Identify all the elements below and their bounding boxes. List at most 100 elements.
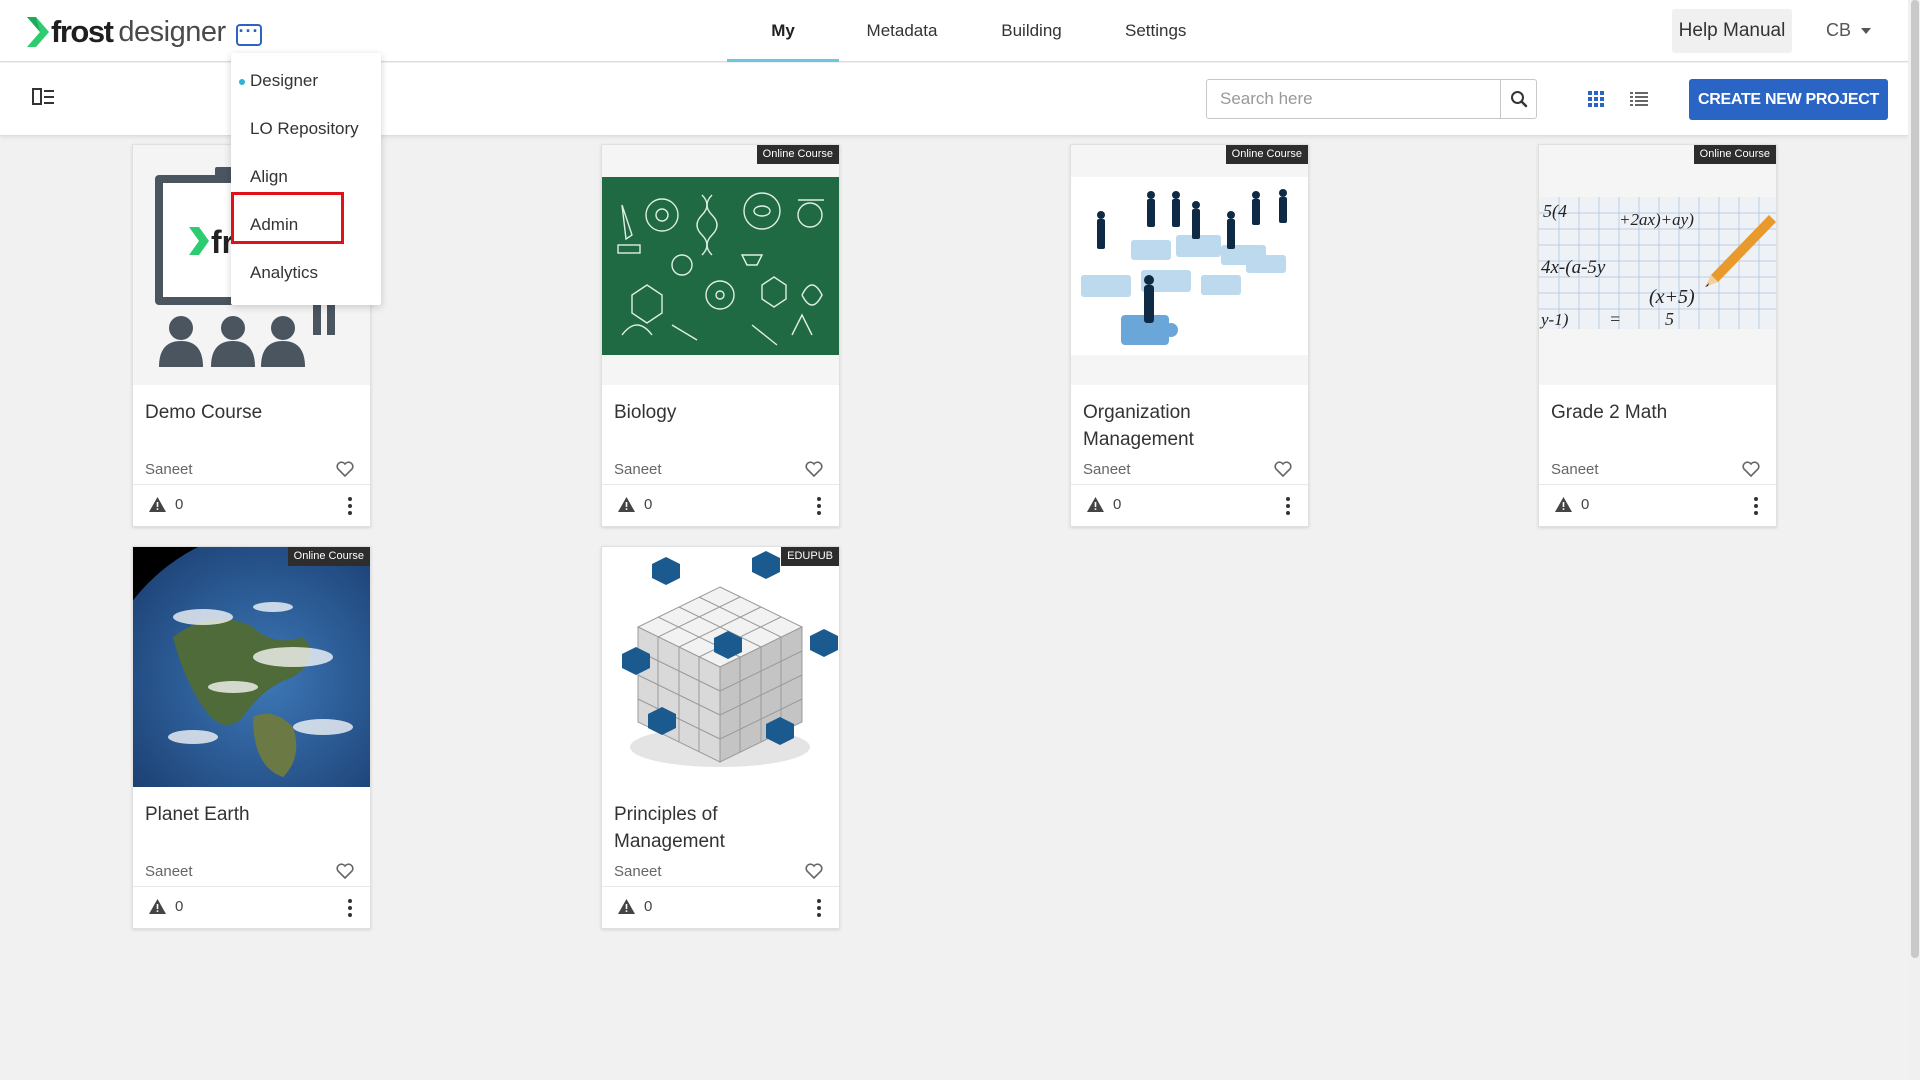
apps-menu-button[interactable]: ··· <box>236 21 262 46</box>
svg-text:+2ax)+ay): +2ax)+ay) <box>1619 210 1694 229</box>
search-input[interactable] <box>1207 80 1501 118</box>
more-options-icon[interactable] <box>348 899 352 917</box>
warning-icon <box>149 899 166 914</box>
user-initials: CB <box>1826 20 1852 40</box>
project-thumbnail[interactable]: EDUPUB <box>602 547 839 787</box>
favorite-heart-icon[interactable] <box>1742 461 1760 477</box>
project-type-badge: EDUPUB <box>781 547 839 566</box>
warning-count: 0 <box>644 496 653 513</box>
card-footer: 0 <box>1539 484 1776 526</box>
card-footer: 0 <box>133 886 370 928</box>
people-on-puzzle-image <box>1071 145 1308 385</box>
help-manual-button[interactable]: Help Manual <box>1672 9 1792 53</box>
project-card[interactable]: 5(4 +2ax)+ay) 4x-(a-5y (x+5) 5 y-1) = On… <box>1538 144 1777 527</box>
user-menu[interactable]: CB <box>1826 20 1872 41</box>
current-app-dot-icon <box>239 79 245 85</box>
grid-view-icon[interactable] <box>1588 91 1605 108</box>
earth-globe-image <box>133 547 370 787</box>
sidebar-toggle-icon[interactable] <box>32 87 56 107</box>
page-scrollbar-thumb[interactable] <box>1911 0 1919 958</box>
project-type-badge: Online Course <box>756 145 839 164</box>
apps-item-lo-repository[interactable]: LO Repository <box>250 117 359 141</box>
list-view-icon[interactable] <box>1630 91 1648 108</box>
svg-text:5(4: 5(4 <box>1543 201 1567 222</box>
warning-count: 0 <box>1581 496 1590 513</box>
search-box <box>1206 79 1537 119</box>
project-card[interactable]: Online Course Planet Earth Saneet 0 <box>132 546 371 929</box>
frost-chevron-icon <box>27 17 49 47</box>
warning-icon <box>1555 497 1572 512</box>
search-icon <box>1510 91 1527 108</box>
favorite-heart-icon[interactable] <box>805 863 823 879</box>
logo-text-designer: designer <box>118 15 226 48</box>
more-options-icon[interactable] <box>817 899 821 917</box>
project-title[interactable]: Organization Management <box>1083 399 1298 453</box>
project-author: Saneet <box>1551 461 1599 478</box>
project-author: Saneet <box>145 461 193 478</box>
frost-designer-logo[interactable]: frost designer <box>27 14 226 50</box>
card-footer: 0 <box>1071 484 1308 526</box>
project-title[interactable]: Demo Course <box>145 399 360 426</box>
create-new-project-button[interactable]: CREATE NEW PROJECT <box>1689 79 1888 120</box>
cube-grid-image <box>602 547 839 787</box>
project-thumbnail[interactable]: Online Course <box>1071 145 1308 385</box>
project-type-badge: Online Course <box>287 547 370 566</box>
warning-count: 0 <box>175 898 184 915</box>
math-paper-pencil-image: 5(4 +2ax)+ay) 4x-(a-5y (x+5) 5 y-1) = <box>1539 145 1776 385</box>
svg-text:5: 5 <box>1665 309 1674 329</box>
apps-dropdown-menu: Designer LO Repository Align Admin Analy… <box>231 53 381 305</box>
card-footer: 0 <box>602 886 839 928</box>
svg-text:=: = <box>1609 309 1621 329</box>
tab-metadata[interactable]: Metadata <box>866 0 938 62</box>
warning-icon <box>1087 497 1104 512</box>
project-thumbnail[interactable]: Online Course <box>133 547 370 787</box>
tab-my-projects[interactable]: My Projects <box>727 0 839 102</box>
warning-icon <box>618 899 635 914</box>
chalkboard-biology-image <box>602 145 839 385</box>
project-author: Saneet <box>145 863 193 880</box>
more-options-icon[interactable] <box>817 497 821 515</box>
project-card[interactable]: Online Course Biology Saneet 0 <box>601 144 840 527</box>
project-title[interactable]: Principles of Management <box>614 801 829 855</box>
caret-down-icon <box>1861 27 1872 34</box>
project-author: Saneet <box>614 863 662 880</box>
project-card[interactable]: Online Course Organization Management Sa… <box>1070 144 1309 527</box>
project-thumbnail[interactable]: 5(4 +2ax)+ay) 4x-(a-5y (x+5) 5 y-1) = On… <box>1539 145 1776 385</box>
logo-text-frost: frost <box>51 14 114 49</box>
admin-highlight-box <box>231 192 344 244</box>
project-thumbnail[interactable]: Online Course <box>602 145 839 385</box>
project-type-badge: Online Course <box>1693 145 1776 164</box>
more-options-icon[interactable] <box>348 497 352 515</box>
favorite-heart-icon[interactable] <box>336 461 354 477</box>
favorite-heart-icon[interactable] <box>805 461 823 477</box>
tab-settings[interactable]: Settings <box>1125 0 1186 62</box>
svg-text:4x-(a-5y: 4x-(a-5y <box>1541 257 1606 278</box>
project-title[interactable]: Planet Earth <box>145 801 360 828</box>
warning-count: 0 <box>175 496 184 513</box>
svg-text:y-1): y-1) <box>1539 310 1569 329</box>
project-title[interactable]: Grade 2 Math <box>1551 399 1766 426</box>
warning-icon <box>618 497 635 512</box>
tab-building-blocks[interactable]: Building Blocks <box>975 0 1088 102</box>
more-options-icon[interactable] <box>1286 497 1290 515</box>
svg-text:(x+5): (x+5) <box>1649 286 1695 308</box>
card-footer: 0 <box>602 484 839 526</box>
apps-item-analytics[interactable]: Analytics <box>250 261 318 285</box>
favorite-heart-icon[interactable] <box>1274 461 1292 477</box>
project-author: Saneet <box>614 461 662 478</box>
card-footer: 0 <box>133 484 370 526</box>
more-options-icon[interactable] <box>1754 497 1758 515</box>
apps-item-designer[interactable]: Designer <box>239 69 319 93</box>
project-card[interactable]: EDUPUB Principles of Management Saneet 0 <box>601 546 840 929</box>
project-type-badge: Online Course <box>1225 145 1308 164</box>
warning-icon <box>149 497 166 512</box>
favorite-heart-icon[interactable] <box>336 863 354 879</box>
project-title[interactable]: Biology <box>614 399 829 426</box>
apps-item-label: Designer <box>250 71 319 90</box>
apps-item-align[interactable]: Align <box>250 165 288 189</box>
warning-count: 0 <box>1113 496 1122 513</box>
warning-count: 0 <box>644 898 653 915</box>
more-dots-icon: ··· <box>238 21 260 41</box>
search-button[interactable] <box>1500 80 1536 118</box>
project-author: Saneet <box>1083 461 1131 478</box>
